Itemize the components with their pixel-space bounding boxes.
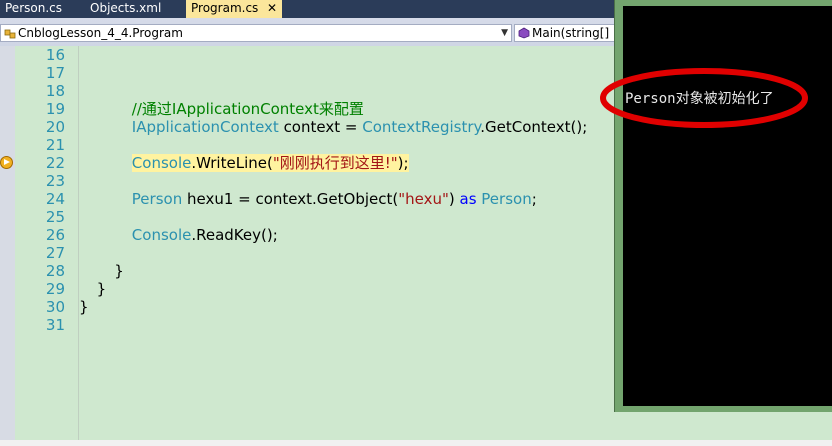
code-token: "刚刚执行到这里!" [272, 154, 398, 172]
line-number: 26 [45, 226, 65, 244]
tab-label: Objects.xml [90, 1, 162, 15]
code-token: Person [481, 190, 532, 208]
tab-label: Program.cs [191, 1, 259, 15]
line-number: 22 [45, 154, 65, 172]
code-text: //通过IApplicationContext来配置 [132, 100, 364, 118]
member-dropdown[interactable]: Main(string[] [514, 24, 616, 42]
line-number: 28 [45, 262, 65, 280]
code-line[interactable]: 28} [0, 262, 616, 280]
code-token: as [459, 190, 477, 208]
code-line[interactable]: 30} [0, 298, 616, 316]
code-text: } [97, 280, 107, 298]
code-line[interactable]: 23 [0, 172, 616, 190]
code-token: ); [397, 154, 409, 172]
code-token: IApplicationContext [131, 118, 279, 136]
code-token: context = [278, 118, 363, 136]
code-text: } [79, 298, 89, 316]
line-number: 23 [45, 172, 65, 190]
code-token: Console [131, 154, 192, 172]
line-number: 31 [45, 316, 65, 334]
code-line[interactable]: 20 IApplicationContext context = ContextR… [0, 118, 616, 136]
code-token: } [114, 262, 124, 280]
code-line[interactable]: 27 [0, 244, 616, 262]
line-number: 24 [45, 190, 65, 208]
code-token: "hexu" [398, 190, 449, 208]
tab-program-cs[interactable]: Program.cs ✕ [186, 0, 282, 18]
tab-label: Person.cs [5, 1, 62, 15]
code-text: IApplicationContext context = ContextReg… [132, 118, 587, 136]
tab-person-cs[interactable]: Person.cs [0, 0, 84, 18]
code-text: Console.ReadKey(); [132, 226, 278, 244]
class-icon [4, 29, 16, 39]
code-token: .GetContext(); [480, 118, 588, 136]
code-text: Person hexu1 = context.GetObject("hexu")… [132, 190, 537, 208]
code-token: Console [131, 226, 192, 244]
line-number: 17 [45, 64, 65, 82]
close-icon[interactable]: ✕ [267, 0, 277, 17]
code-text: } [114, 262, 124, 280]
code-token: ContextRegistry [362, 118, 481, 136]
code-token: hexu1 = context.GetObject( [182, 190, 399, 208]
line-number: 20 [45, 118, 65, 136]
tab-objects-xml[interactable]: Objects.xml [85, 0, 185, 18]
code-line[interactable]: 18 [0, 82, 616, 100]
code-token: ) [448, 190, 460, 208]
status-strip [0, 440, 832, 446]
code-token: Person [131, 190, 183, 208]
code-token: .ReadKey(); [191, 226, 278, 244]
code-line[interactable]: 24 Person hexu1 = context.GetObject("hexu… [0, 190, 616, 208]
line-number: 21 [45, 136, 65, 154]
highlighted-statement: Console.WriteLine("刚刚执行到这里!"); [131, 154, 409, 172]
line-number: 27 [45, 244, 65, 262]
console-window[interactable]: Person对象被初始化了 [614, 0, 832, 412]
line-number: 18 [45, 82, 65, 100]
code-token: .WriteLine( [191, 154, 273, 172]
code-line[interactable]: 16 [0, 46, 616, 64]
code-line[interactable]: 29} [0, 280, 616, 298]
line-number: 25 [45, 208, 65, 226]
line-number: 19 [45, 100, 65, 118]
code-line[interactable]: 25 [0, 208, 616, 226]
code-line[interactable]: 21 [0, 136, 616, 154]
document-tab-strip: Person.cs Objects.xml Program.cs ✕ [0, 0, 616, 18]
code-line[interactable]: 31 [0, 316, 616, 334]
code-token: //通过IApplicationContext来配置 [131, 100, 364, 118]
code-line[interactable]: 22 Console.WriteLine("刚刚执行到这里!"); [0, 154, 616, 172]
line-number: 29 [45, 280, 65, 298]
line-number: 30 [45, 298, 65, 316]
code-token: ; [531, 190, 537, 208]
code-line[interactable]: 17 [0, 64, 616, 82]
method-icon [518, 27, 530, 39]
chevron-down-icon[interactable]: ▼ [501, 25, 508, 41]
code-line[interactable]: 19 //通过IApplicationContext来配置 [0, 100, 616, 118]
code-editor[interactable]: 16 17 18 19 //通过IApplicationContext来配置 20 IApp… [0, 46, 616, 440]
red-annotation-ellipse [600, 68, 808, 128]
code-token: } [79, 298, 89, 316]
class-dropdown-value: CnblogLesson_4_4.Program [18, 26, 183, 40]
line-number: 16 [45, 46, 65, 64]
code-line[interactable]: 26 Console.ReadKey(); [0, 226, 616, 244]
member-dropdown-value: Main(string[] [532, 26, 610, 40]
class-dropdown[interactable]: CnblogLesson_4_4.Program ▼ [0, 24, 512, 42]
navigation-bar: CnblogLesson_4_4.Program ▼ Main(string[] [0, 18, 616, 46]
code-token: } [96, 280, 107, 298]
